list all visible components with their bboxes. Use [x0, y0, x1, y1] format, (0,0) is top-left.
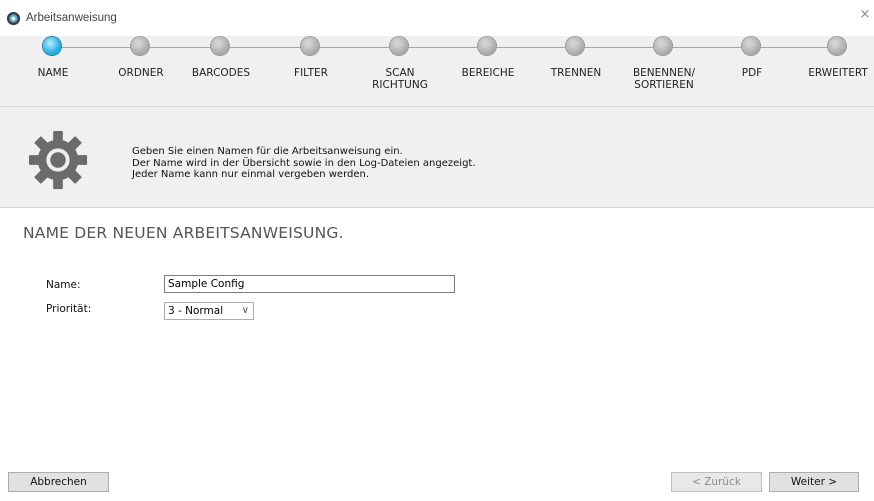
- priority-label: Priorität:: [46, 303, 92, 315]
- step-barcodes[interactable]: BARCODES: [176, 36, 266, 106]
- title-bar: Arbeitsanweisung ×: [0, 0, 874, 36]
- step-dot-icon: [211, 37, 229, 55]
- step-dot-icon: [390, 37, 408, 55]
- step-filter[interactable]: FILTER: [266, 36, 356, 106]
- step-bereiche[interactable]: BEREICHE: [443, 36, 533, 106]
- step-label: BARCODES: [191, 67, 251, 79]
- back-button[interactable]: < Zurück: [671, 472, 762, 492]
- page-title: NAME DER NEUEN ARBEITSANWEISUNG.: [23, 224, 344, 242]
- step-name[interactable]: NAME: [8, 36, 98, 106]
- step-scan-richtung[interactable]: SCAN RICHTUNG: [355, 36, 445, 106]
- gear-icon: [28, 130, 88, 190]
- step-label: BENENNEN/ SORTIEREN: [632, 67, 696, 91]
- step-label: PDF: [741, 67, 763, 79]
- name-field[interactable]: Sample Config: [164, 275, 455, 293]
- wizard-steps: NAME ORDNER BARCODES FILTER SCAN RICHTUNG BER…: [0, 36, 874, 106]
- step-dot-icon: [566, 37, 584, 55]
- step-label: TRENNEN: [550, 67, 602, 79]
- step-label: FILTER: [294, 67, 328, 79]
- step-ordner[interactable]: ORDNER: [96, 36, 186, 106]
- step-dot-icon: [301, 37, 319, 55]
- step-erweitert[interactable]: ERWEITERT: [793, 36, 874, 106]
- step-dot-icon: [478, 37, 496, 55]
- step-benennen-sortieren[interactable]: BENENNEN/ SORTIEREN: [619, 36, 709, 106]
- step-dot-icon: [828, 37, 846, 55]
- info-panel: Geben Sie einen Namen für die Arbeitsanw…: [0, 106, 874, 208]
- window-title: Arbeitsanweisung: [26, 12, 117, 24]
- step-dot-icon: [131, 37, 149, 55]
- info-text: Geben Sie einen Namen für die Arbeitsanw…: [132, 146, 476, 180]
- step-label: BEREICHE: [461, 67, 515, 79]
- step-dot-icon: [43, 37, 61, 55]
- name-label: Name:: [46, 279, 81, 291]
- step-label: ORDNER: [118, 67, 164, 79]
- priority-value: 3 - Normal: [168, 305, 224, 317]
- step-label: NAME: [37, 67, 69, 79]
- step-pdf[interactable]: PDF: [707, 36, 797, 106]
- close-icon[interactable]: ×: [858, 8, 872, 22]
- step-label: SCAN RICHTUNG: [372, 67, 428, 91]
- app-icon: [6, 11, 21, 26]
- step-trennen[interactable]: TRENNEN: [531, 36, 621, 106]
- step-dot-icon: [654, 37, 672, 55]
- step-dot-icon: [742, 37, 760, 55]
- next-button[interactable]: Weiter >: [769, 472, 859, 492]
- chevron-down-icon: ∨: [241, 305, 249, 316]
- cancel-button[interactable]: Abbrechen: [8, 472, 109, 492]
- priority-select[interactable]: 3 - Normal ∨: [164, 302, 254, 320]
- step-label: ERWEITERT: [808, 67, 868, 79]
